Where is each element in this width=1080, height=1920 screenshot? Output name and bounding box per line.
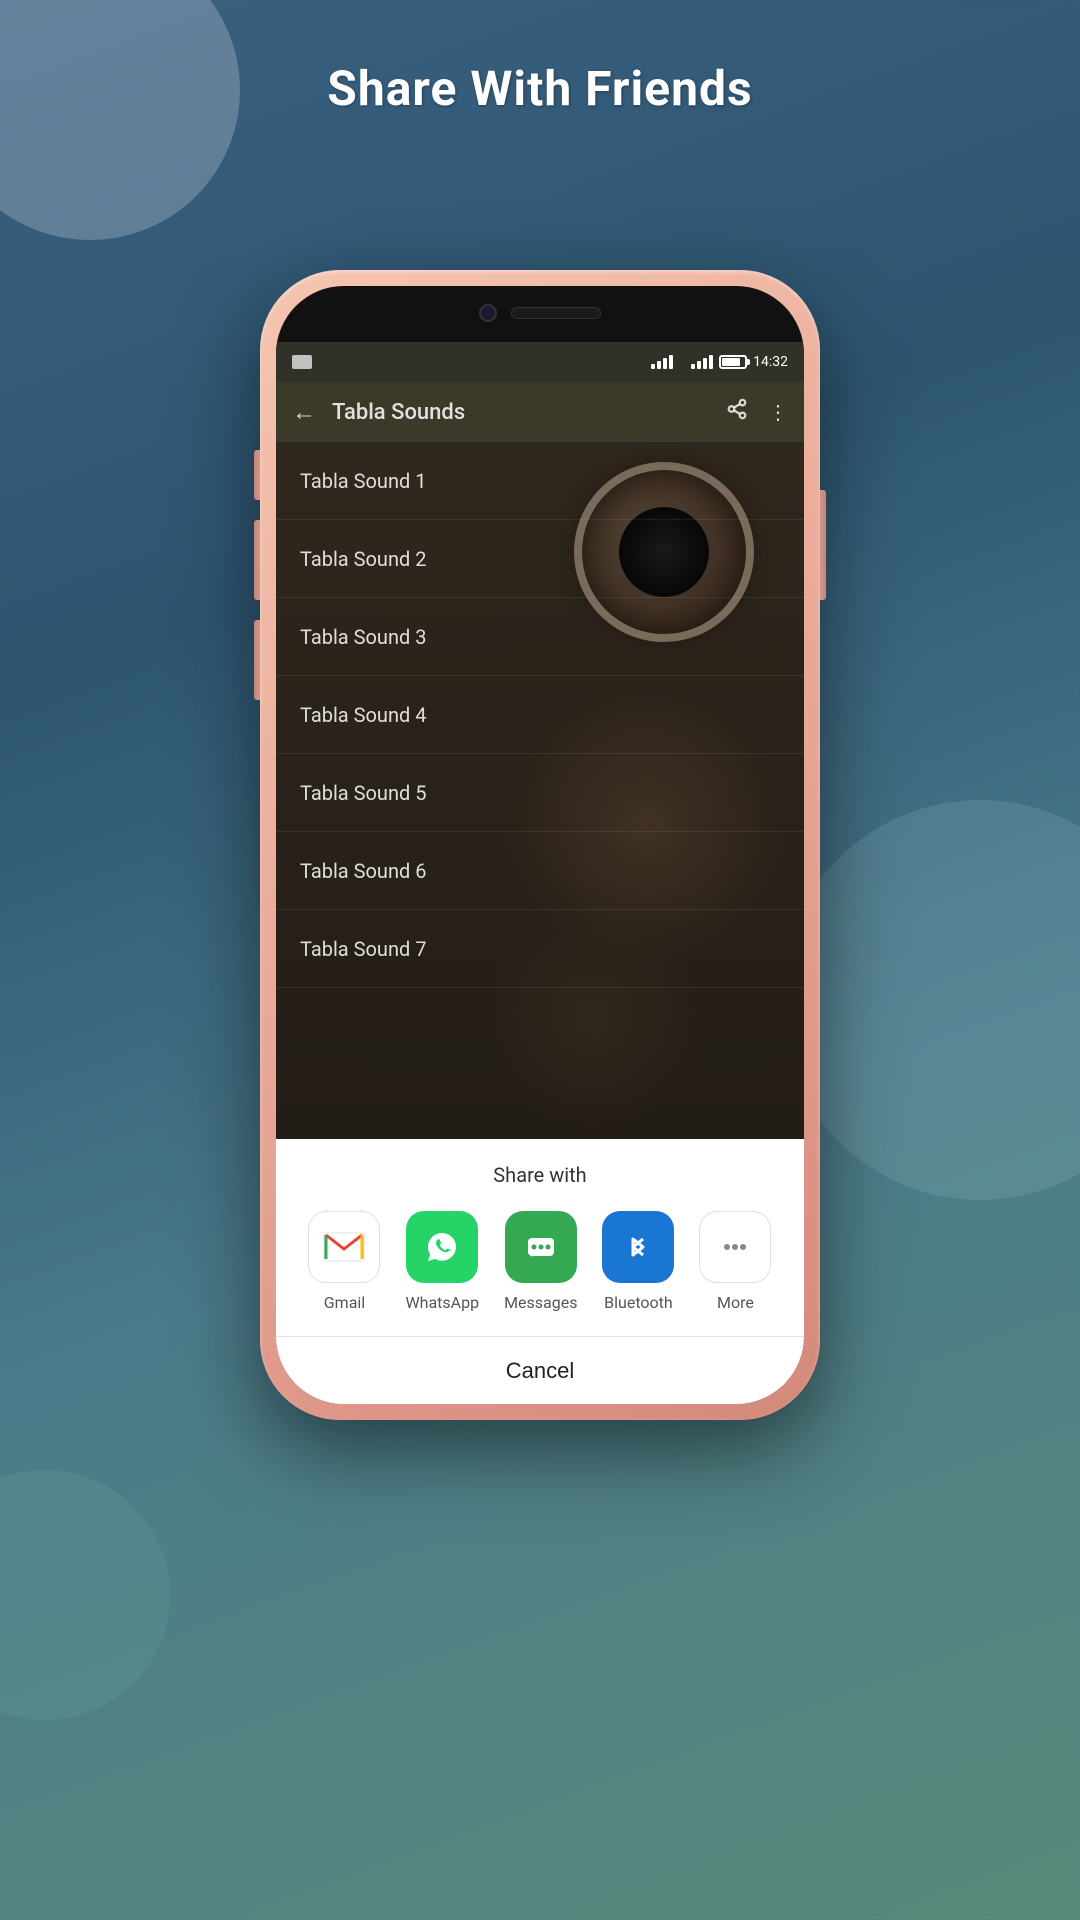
sound-item-label: Tabla Sound 1 (300, 469, 426, 493)
volume-silent-button (254, 450, 260, 500)
list-item[interactable]: Tabla Sound 1 (276, 442, 804, 520)
signal2-bar-1 (691, 364, 695, 369)
notification-icon (292, 355, 312, 369)
more-label: More (717, 1293, 754, 1312)
signal-icon (651, 355, 673, 369)
share-app-whatsapp[interactable]: WhatsApp (405, 1211, 479, 1312)
phone-speaker (511, 307, 601, 319)
signal-bar-1 (651, 364, 655, 369)
list-item[interactable]: Tabla Sound 7 (276, 910, 804, 988)
status-time: 14:32 (753, 354, 788, 370)
status-bar: 14:32 (276, 342, 804, 382)
signal2-bar-4 (709, 355, 713, 369)
gmail-icon (308, 1211, 380, 1283)
bg-decoration-2 (780, 800, 1080, 1200)
status-bar-left (292, 355, 312, 369)
share-app-more[interactable]: More (699, 1211, 771, 1312)
sound-item-label: Tabla Sound 3 (300, 625, 426, 649)
messages-icon (505, 1211, 577, 1283)
bg-decoration-1 (0, 0, 240, 240)
app-bar: ← Tabla Sounds ⋮ (276, 382, 804, 442)
signal2-bar-2 (697, 361, 701, 369)
list-item[interactable]: Tabla Sound 2 (276, 520, 804, 598)
phone-inner: 14:32 ← Tabla Sounds (276, 286, 804, 1404)
share-sheet-title: Share with (276, 1163, 804, 1187)
signal-bar-3 (663, 358, 667, 369)
share-apps-row: Gmail WhatsApp (276, 1211, 804, 1336)
signal-bar-2 (657, 361, 661, 369)
sound-item-label: Tabla Sound 5 (300, 781, 426, 805)
sound-list: Tabla Sound 1 Tabla Sound 2 Tabla Sound … (276, 442, 804, 988)
list-item[interactable]: Tabla Sound 4 (276, 676, 804, 754)
page-title: Share With Friends (0, 60, 1080, 117)
gmail-label: Gmail (324, 1293, 365, 1312)
battery-fill (722, 358, 740, 366)
share-app-gmail[interactable]: Gmail (308, 1211, 380, 1312)
bluetooth-icon (602, 1211, 674, 1283)
volume-up-button (254, 520, 260, 600)
signal2-bar-3 (703, 358, 707, 369)
back-button[interactable]: ← (292, 398, 316, 427)
cancel-button[interactable]: Cancel (276, 1336, 804, 1404)
share-button[interactable] (726, 398, 748, 426)
menu-button[interactable]: ⋮ (768, 400, 788, 424)
list-item[interactable]: Tabla Sound 3 (276, 598, 804, 676)
share-app-messages[interactable]: Messages (504, 1211, 577, 1312)
content-area: Tabla Sound 1 Tabla Sound 2 Tabla Sound … (276, 442, 804, 1404)
signal-icon-2 (691, 355, 713, 369)
power-button (820, 490, 826, 600)
app-bar-actions: ⋮ (726, 398, 788, 426)
list-item[interactable]: Tabla Sound 5 (276, 754, 804, 832)
battery-icon (719, 355, 747, 369)
sound-item-label: Tabla Sound 7 (300, 937, 426, 961)
whatsapp-label: WhatsApp (405, 1293, 479, 1312)
app-bar-title: Tabla Sounds (332, 400, 710, 425)
share-app-bluetooth[interactable]: Bluetooth (602, 1211, 674, 1312)
phone-notch (479, 304, 601, 322)
list-item[interactable]: Tabla Sound 6 (276, 832, 804, 910)
bg-decoration-3 (0, 1470, 170, 1720)
share-sheet: Share with (276, 1139, 804, 1404)
sound-item-label: Tabla Sound 2 (300, 547, 426, 571)
bluetooth-label: Bluetooth (604, 1293, 673, 1312)
status-bar-right: 14:32 (651, 354, 788, 370)
messages-label: Messages (504, 1293, 577, 1312)
phone-frame: 14:32 ← Tabla Sounds (260, 270, 820, 1420)
volume-down-button (254, 620, 260, 700)
signal-bar-4 (669, 355, 673, 369)
more-icon (699, 1211, 771, 1283)
sound-item-label: Tabla Sound 4 (300, 703, 426, 727)
sound-item-label: Tabla Sound 6 (300, 859, 426, 883)
front-camera (479, 304, 497, 322)
phone-screen: 14:32 ← Tabla Sounds (276, 342, 804, 1404)
whatsapp-icon (406, 1211, 478, 1283)
